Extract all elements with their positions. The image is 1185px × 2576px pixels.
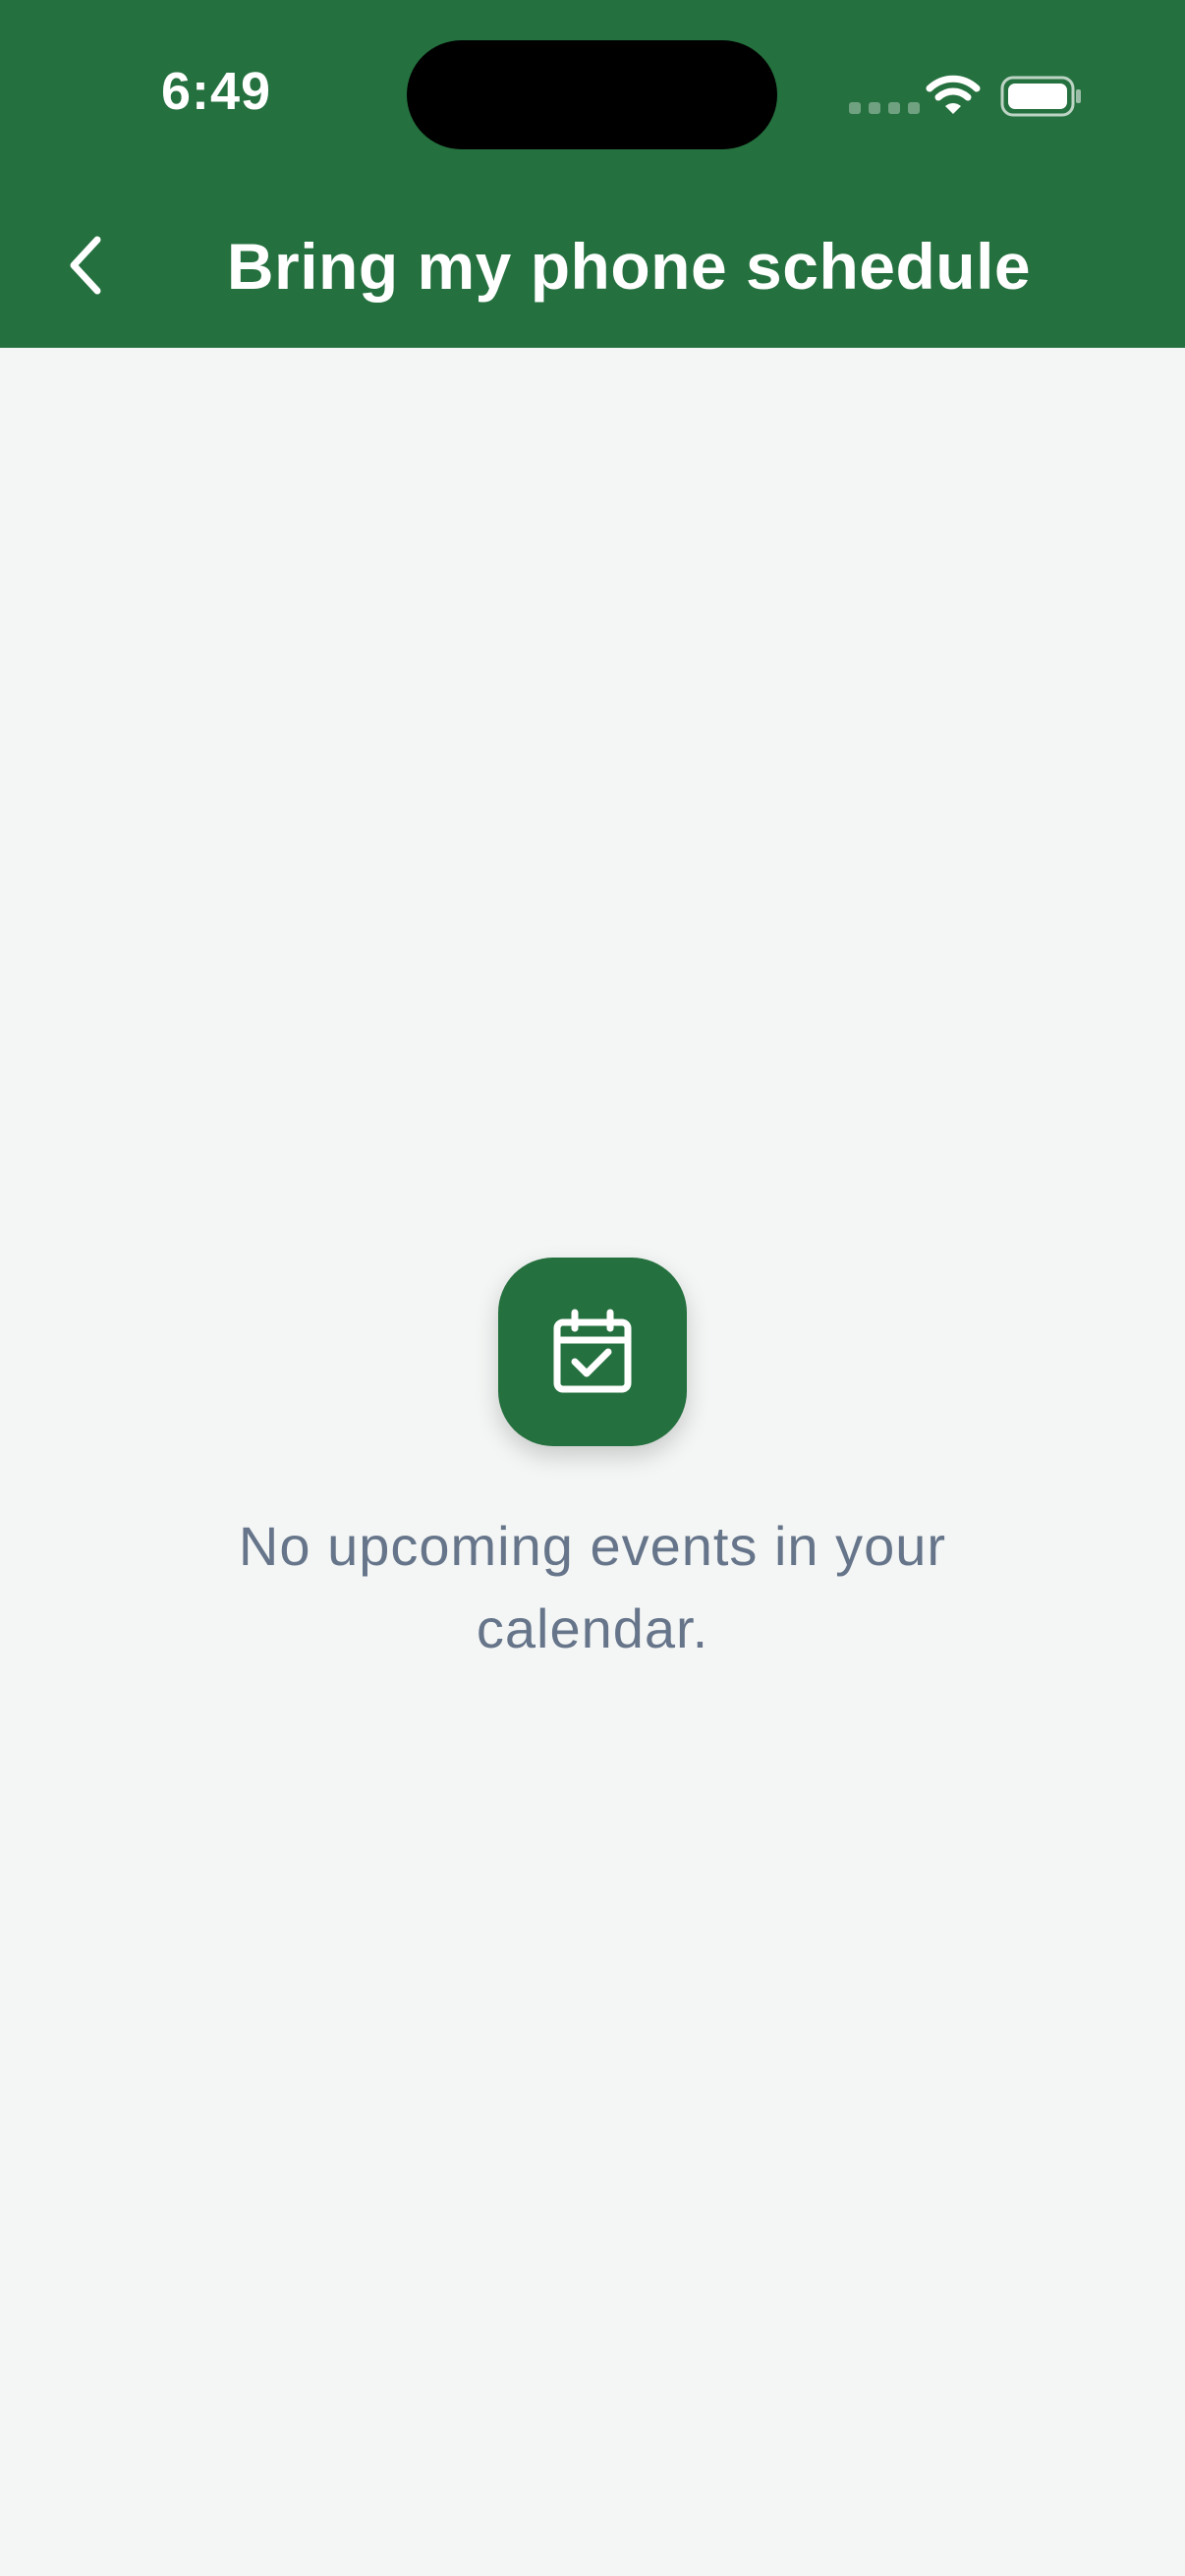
dynamic-island bbox=[407, 40, 777, 149]
back-button[interactable] bbox=[51, 218, 120, 312]
battery-icon bbox=[1000, 76, 1081, 117]
empty-state-icon-tile bbox=[498, 1258, 687, 1446]
page-title: Bring my phone schedule bbox=[226, 230, 1032, 303]
chevron-left-icon bbox=[70, 236, 101, 295]
empty-state-message: No upcoming events in your calendar. bbox=[238, 1515, 947, 1659]
empty-state: No upcoming events in your calendar. bbox=[0, 1258, 1185, 1670]
top-app-bar: 6:49 Bring my phone schedule bbox=[0, 0, 1185, 348]
calendar-check-icon bbox=[553, 1309, 632, 1393]
wifi-icon bbox=[926, 75, 981, 114]
status-bar-time: 6:49 bbox=[161, 62, 272, 121]
cellular-signal-icon bbox=[849, 102, 920, 114]
